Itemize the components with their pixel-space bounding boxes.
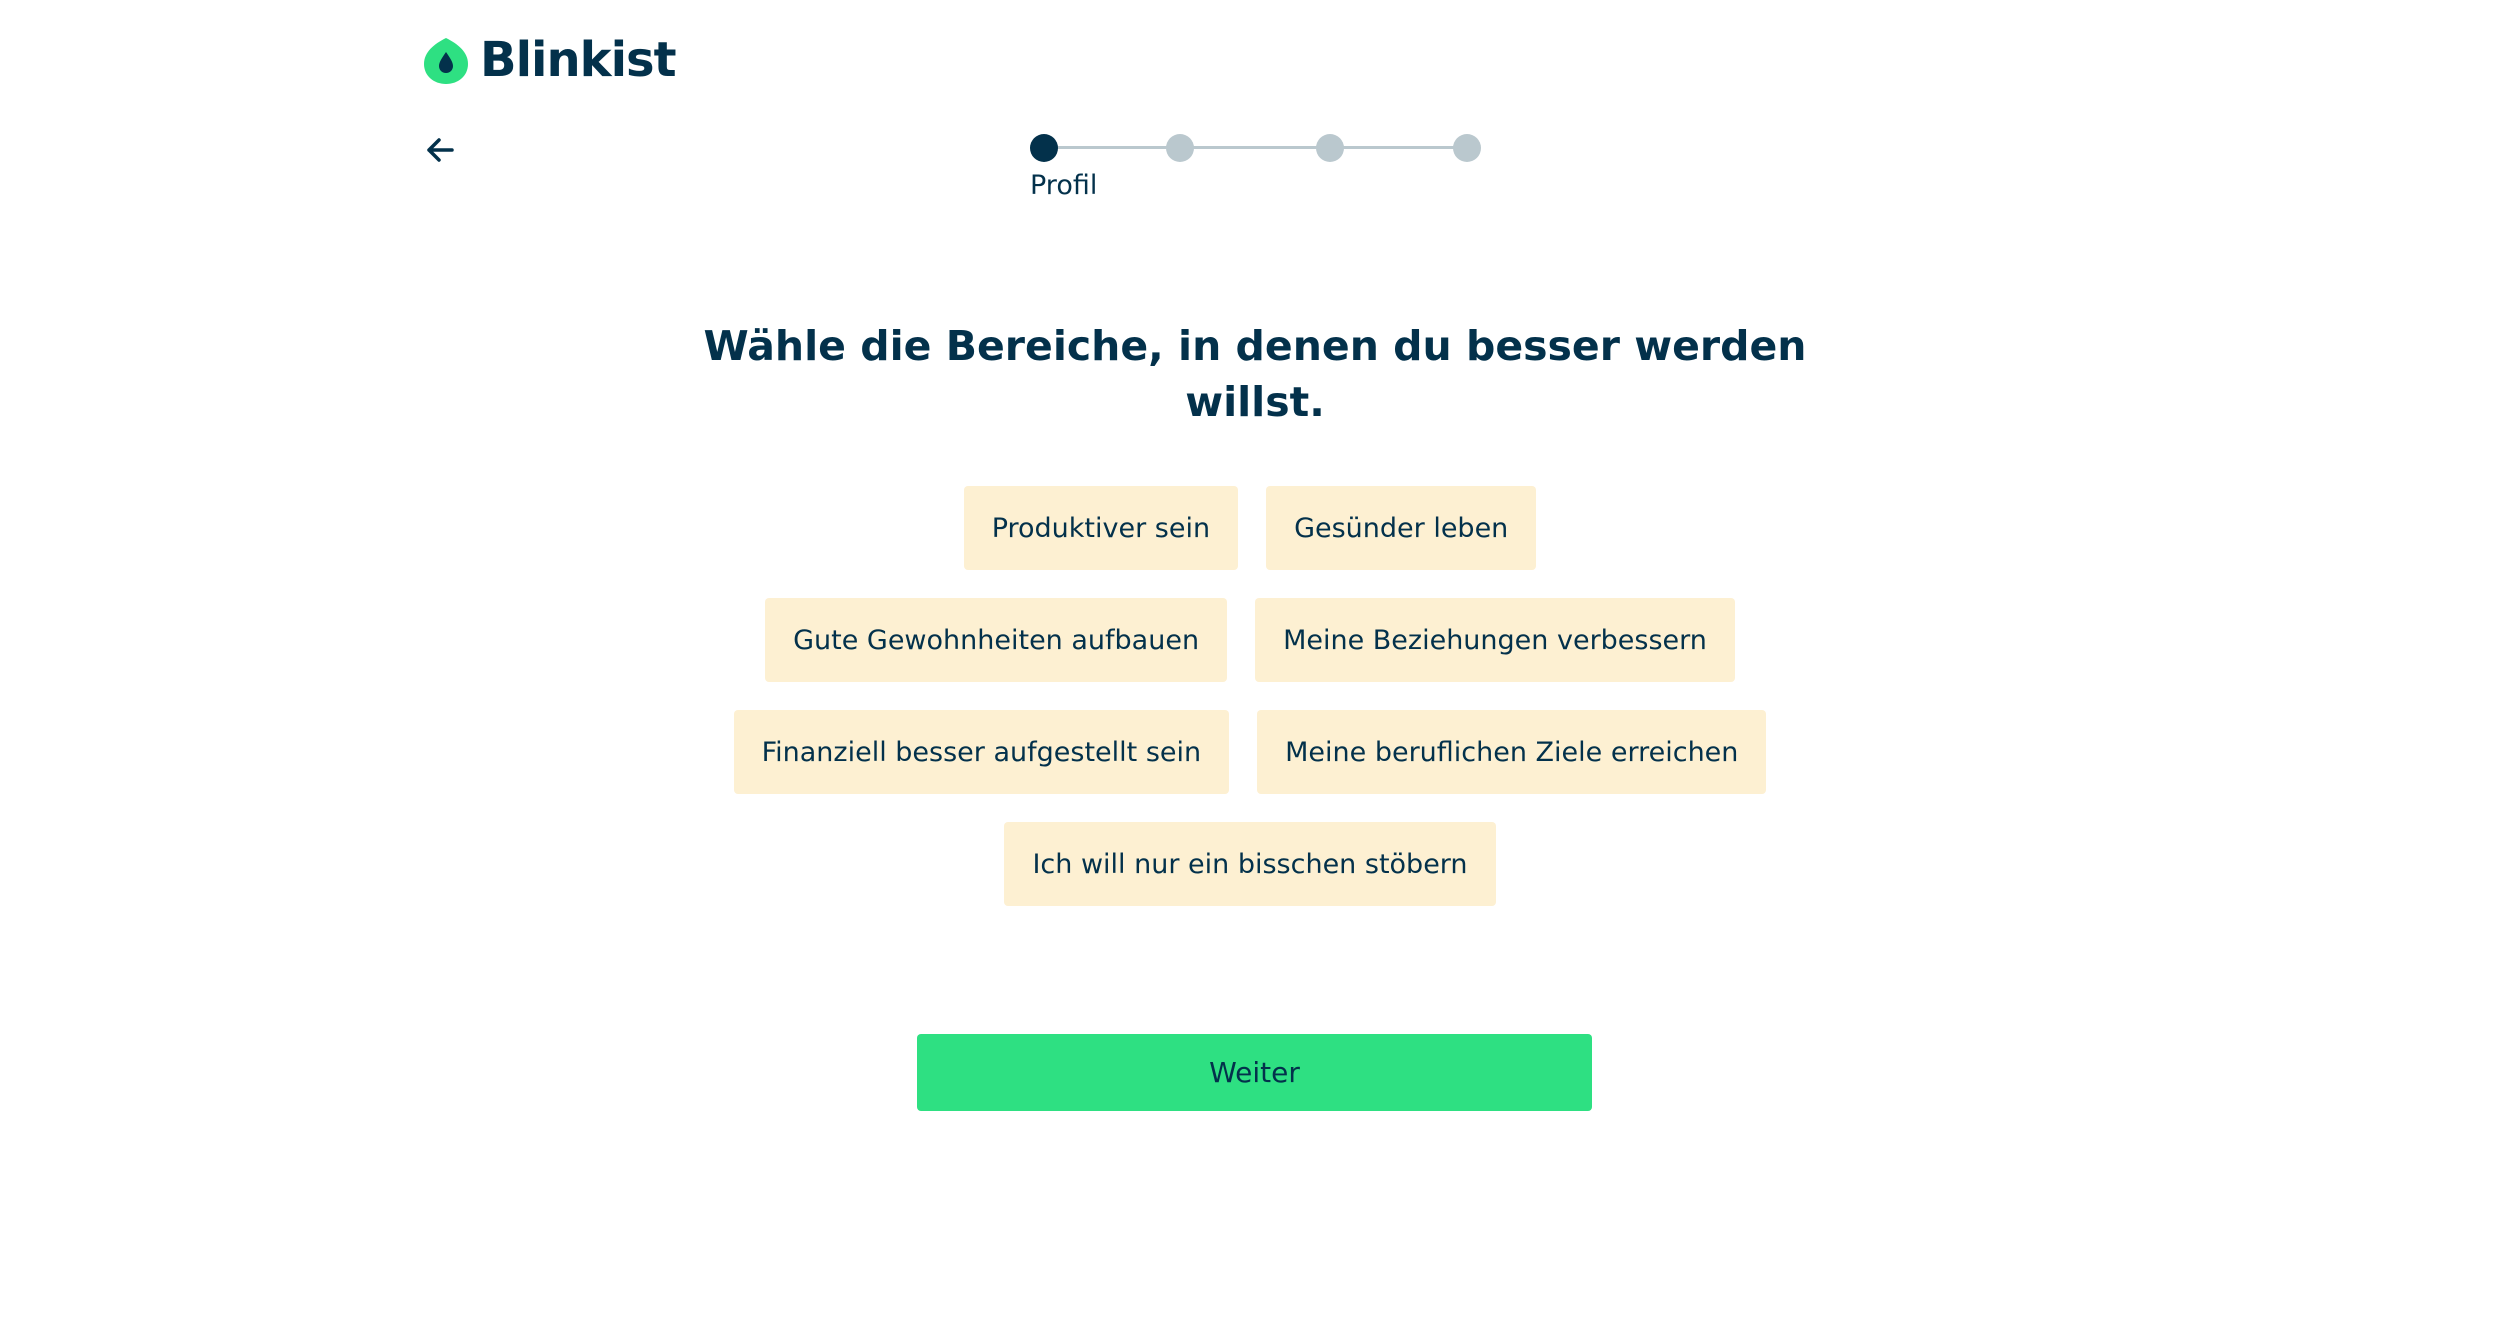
continue-button[interactable]: Weiter [917,1034,1592,1111]
option-chip[interactable]: Meine beruflichen Ziele erreichen [1257,710,1767,794]
options-row: Finanziell besser aufgestellt sein Meine… [0,710,2500,794]
option-chip[interactable]: Meine Beziehungen verbessern [1255,598,1735,682]
page-title: Wähle die Bereiche, in denen du besser w… [703,322,1807,426]
step-2-dot [1166,134,1194,162]
brand-logo[interactable]: Blinkist [420,30,677,90]
stepper-track [1044,146,1469,149]
blinkist-leaf-icon [420,34,472,86]
options-row: Ich will nur ein bisschen stöbern [0,822,2500,906]
progress-stepper [1030,133,1490,163]
option-chip[interactable]: Gute Gewohnheiten aufbauen [765,598,1228,682]
step-1-dot [1030,134,1058,162]
step-4-dot [1453,134,1481,162]
option-chip[interactable]: Produktiver sein [963,486,1239,570]
option-chip[interactable]: Finanziell besser aufgestellt sein [733,710,1230,794]
option-chip[interactable]: Gesünder leben [1266,486,1537,570]
arrow-left-icon [422,132,458,172]
step-label: Profil [1030,170,1098,201]
onboarding-page: Blinkist Profil Wähle die Bereiche, in d… [0,0,2500,1325]
step-3-dot [1316,134,1344,162]
interest-options: Produktiver sein Gesünder leben Gute Gew… [0,486,2500,934]
option-chip[interactable]: Ich will nur ein bisschen stöbern [1004,822,1496,906]
back-button[interactable] [418,130,462,174]
brand-name: Blinkist [480,32,677,88]
options-row: Gute Gewohnheiten aufbauen Meine Beziehu… [0,598,2500,682]
options-row: Produktiver sein Gesünder leben [0,486,2500,570]
